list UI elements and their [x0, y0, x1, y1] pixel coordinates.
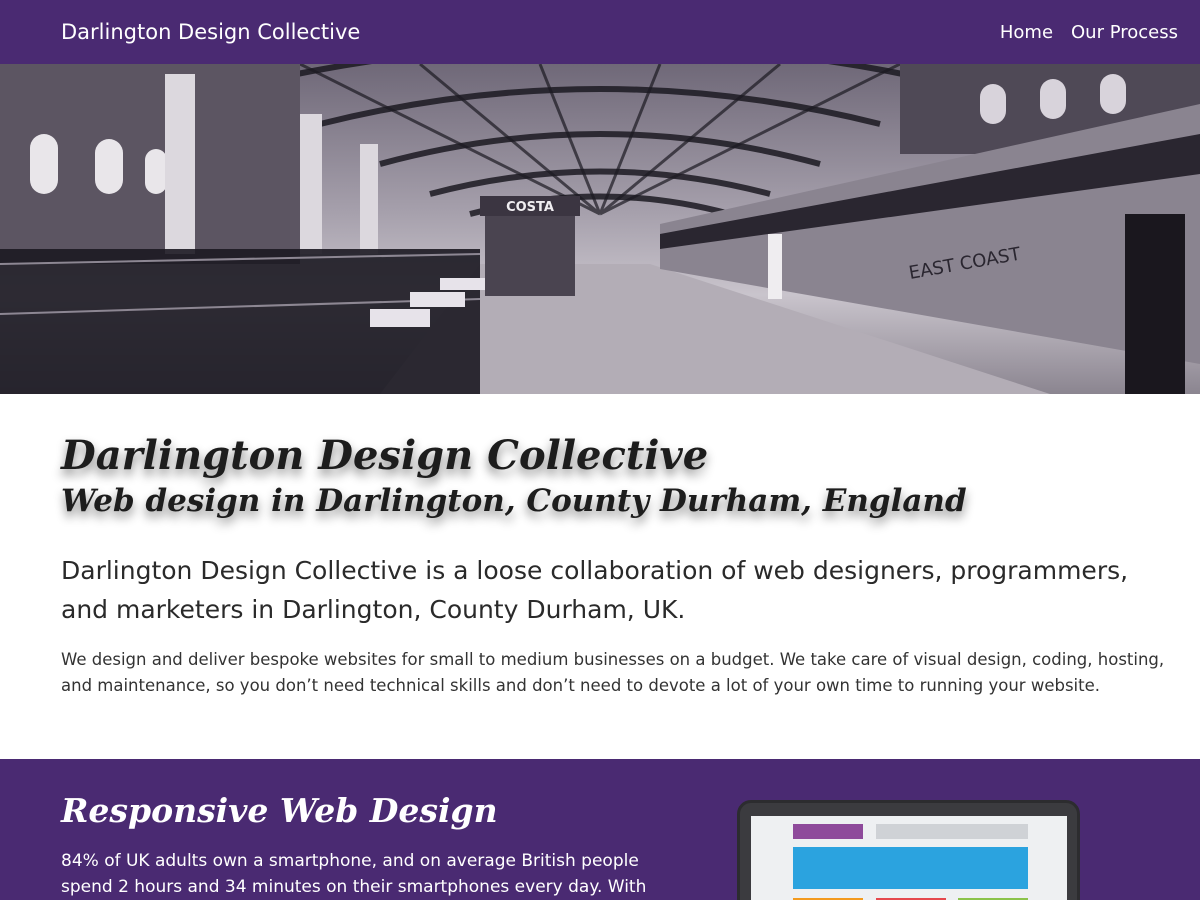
- laptop-screen: [751, 816, 1067, 900]
- laptop-illustration: [737, 800, 1080, 900]
- kiosk-sign-text: COSTA: [506, 200, 554, 215]
- station-illustration: EAST COAST COSTA: [0, 64, 1200, 394]
- mockup-nav-block: [876, 824, 1028, 839]
- intro-paragraph: We design and deliver bespoke websites f…: [61, 650, 1165, 695]
- responsive-design-section: Responsive Web Design 84% of UK adults o…: [0, 759, 1200, 900]
- brand-link[interactable]: Darlington Design Collective: [61, 20, 360, 44]
- main-nav: Home Our Process: [1000, 22, 1178, 43]
- intro-section: Darlington Design Collective Web design …: [61, 394, 1171, 699]
- navbar: Darlington Design Collective Home Our Pr…: [0, 0, 1200, 64]
- page-title: Darlington Design Collective: [61, 432, 709, 479]
- mockup-logo-block: [793, 824, 863, 839]
- lead-paragraph: Darlington Design Collective is a loose …: [61, 556, 1129, 624]
- nav-link-home[interactable]: Home: [1000, 22, 1053, 43]
- hero-image: EAST COAST COSTA: [0, 64, 1200, 394]
- page-subtitle: Web design in Darlington, County Durham,…: [61, 483, 967, 519]
- section-text: 84% of UK adults own a smartphone, and o…: [61, 851, 647, 897]
- mockup-hero-block: [793, 847, 1028, 889]
- section-title: Responsive Web Design: [61, 791, 498, 830]
- nav-link-our-process[interactable]: Our Process: [1071, 22, 1178, 43]
